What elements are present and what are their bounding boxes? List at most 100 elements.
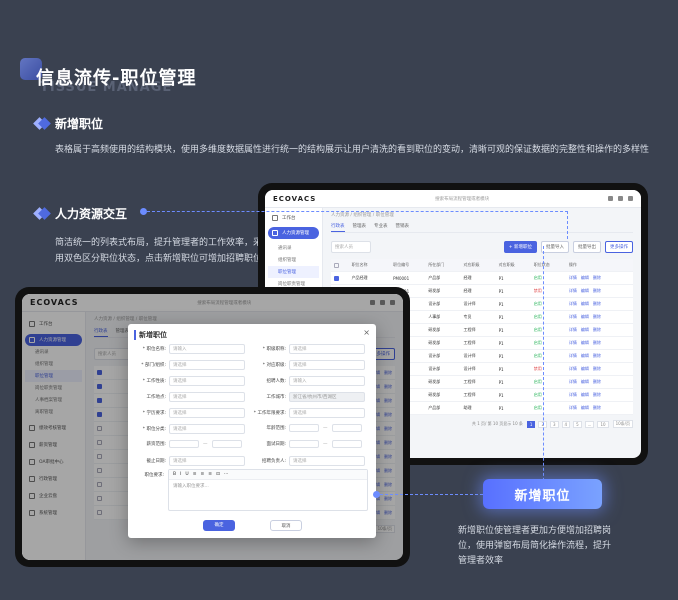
page-button[interactable]: 4 (561, 420, 571, 428)
range-start-input[interactable] (289, 440, 319, 448)
range-start-input[interactable] (169, 440, 199, 448)
row-op-link[interactable]: 编辑 (581, 405, 589, 410)
range-start-input[interactable] (289, 424, 319, 432)
sidebar-sub-item[interactable]: 组织管理 (268, 254, 319, 266)
range-end-input[interactable] (331, 424, 362, 432)
field-input[interactable]: 请选择 (169, 456, 245, 466)
row-op-link[interactable]: 编辑 (581, 288, 589, 293)
field-input[interactable]: 请选择 (289, 360, 365, 370)
range-end-input[interactable] (331, 440, 362, 448)
editor-tool-icon[interactable]: ≡ (208, 472, 212, 477)
field-input[interactable]: 请输入 (289, 376, 365, 386)
sidebar-sub-item-active[interactable]: 职位管理 (268, 266, 319, 278)
row-op-link[interactable]: 详情 (569, 392, 577, 397)
row-op-link[interactable]: 详情 (569, 340, 577, 345)
editor-input[interactable]: 请输入职位要求... (169, 480, 367, 492)
filter-input[interactable]: 搜索人员 (331, 241, 371, 253)
sidebar-item-hr[interactable]: 人力资源管理 (268, 227, 319, 239)
field-input[interactable]: 浙江省/杭州市/西湖区 (289, 392, 365, 402)
col-header[interactable]: 职位状态 (530, 259, 566, 272)
field-input[interactable]: 请选择 (169, 424, 245, 434)
editor-tool-icon[interactable]: ≡ (193, 472, 197, 477)
export-button[interactable]: 批量导出 (573, 241, 601, 253)
row-op-link[interactable]: 详情 (569, 314, 577, 319)
field-input[interactable]: 请选择 (169, 408, 245, 418)
editor-tool-icon[interactable]: ⋯ (224, 472, 229, 477)
row-op-link[interactable]: 删除 (593, 314, 601, 319)
row-op-link[interactable]: 编辑 (581, 392, 589, 397)
row-op-link[interactable]: 编辑 (581, 379, 589, 384)
row-op-link[interactable]: 详情 (569, 275, 577, 280)
row-op-link[interactable]: 详情 (569, 366, 577, 371)
field-input[interactable]: 请选择 (289, 344, 365, 354)
tab[interactable]: 营销表 (396, 223, 410, 232)
select-all-checkbox[interactable] (334, 262, 339, 268)
sidebar-sub-item[interactable]: 通讯录 (268, 242, 319, 254)
row-op-link[interactable]: 删除 (593, 340, 601, 345)
top-search[interactable]: 搜索布局流程管理或者模块 (435, 196, 489, 202)
row-op-link[interactable]: 删除 (593, 301, 601, 306)
row-op-link[interactable]: 删除 (593, 366, 601, 371)
close-icon[interactable]: × (363, 328, 370, 337)
row-op-link[interactable]: 删除 (593, 405, 601, 410)
page-button[interactable]: 1 (526, 420, 536, 428)
row-op-link[interactable]: 删除 (593, 288, 601, 293)
row-op-link[interactable]: 编辑 (581, 301, 589, 306)
bell-icon[interactable] (617, 196, 623, 201)
grid-icon[interactable] (607, 196, 613, 201)
editor-tool-icon[interactable]: I (180, 472, 181, 477)
page-button[interactable]: ... (584, 420, 595, 428)
row-op-link[interactable]: 编辑 (581, 340, 589, 345)
row-op-link[interactable]: 删除 (593, 275, 601, 280)
page-button[interactable]: 3 (550, 420, 559, 428)
field-input[interactable]: 请选择 (289, 408, 365, 418)
row-op-link[interactable]: 详情 (569, 301, 577, 306)
confirm-button[interactable]: 确定 (203, 520, 235, 531)
editor-tool-icon[interactable]: B (173, 472, 176, 477)
col-header[interactable]: 所在部门 (425, 259, 461, 272)
cell-dept: 人事部 (425, 310, 461, 324)
sidebar-item-workbench[interactable]: 工作台 (268, 212, 319, 224)
page-title: 信息流传-职位管理 (36, 68, 197, 89)
row-op-link[interactable]: 删除 (593, 392, 601, 397)
editor-tool-icon[interactable]: ⊡ (216, 472, 220, 477)
row-op-link[interactable]: 编辑 (581, 314, 589, 319)
more-button[interactable]: 更多操作 (605, 241, 633, 253)
cell-rank: 专员 (460, 310, 496, 324)
user-icon[interactable] (627, 196, 633, 201)
field-input[interactable]: 请选择 (169, 392, 245, 402)
import-button[interactable]: 批量导入 (541, 241, 569, 253)
cancel-button[interactable]: 取消 (270, 520, 302, 531)
row-op-link[interactable]: 编辑 (581, 353, 589, 358)
editor-tool-icon[interactable]: ≡ (201, 472, 205, 477)
row-op-link[interactable]: 详情 (569, 327, 577, 332)
field-input[interactable]: 请输入 (169, 344, 245, 354)
tab[interactable]: 行政表 (331, 223, 345, 232)
tab[interactable]: 专业表 (374, 223, 388, 232)
cell-dept: 研发部 (425, 375, 461, 389)
editor-tool-icon[interactable]: U (185, 472, 188, 477)
field-input[interactable]: 请选择 (289, 456, 365, 466)
page-button[interactable]: 5 (573, 420, 582, 428)
row-op-link[interactable]: 详情 (569, 353, 577, 358)
page-size-select[interactable]: 10条/页 (612, 420, 633, 428)
row-op-link[interactable]: 详情 (569, 379, 577, 384)
pager-info: 共 1 页/ 第 10 页显示 10 条 (471, 421, 523, 426)
field-input[interactable]: 请选择 (169, 360, 245, 370)
range-end-input[interactable] (211, 440, 242, 448)
row-checkbox[interactable] (334, 275, 339, 281)
row-op-link[interactable]: 编辑 (581, 327, 589, 332)
tab[interactable]: 管理表 (353, 223, 367, 232)
row-op-link[interactable]: 删除 (593, 353, 601, 358)
row-op-link[interactable]: 删除 (593, 379, 601, 384)
row-op-link[interactable]: 编辑 (581, 366, 589, 371)
row-op-link[interactable]: 删除 (593, 327, 601, 332)
add-position-button[interactable]: + 新增职位 (503, 241, 537, 253)
field-input[interactable]: 请选择 (169, 376, 245, 386)
page-button[interactable]: 10 (597, 420, 609, 428)
table-row[interactable]: 产品经理 PM0001 产品部 经理 P1 启用 详情 编辑 删除 (331, 271, 633, 285)
row-op-link[interactable]: 编辑 (581, 275, 589, 280)
requirement-editor[interactable]: B I U ≡ ≡ ≡ ⊡ ⋯ 请输入职位要求... (168, 469, 368, 511)
row-op-link[interactable]: 详情 (569, 288, 577, 293)
row-op-link[interactable]: 详情 (569, 405, 577, 410)
